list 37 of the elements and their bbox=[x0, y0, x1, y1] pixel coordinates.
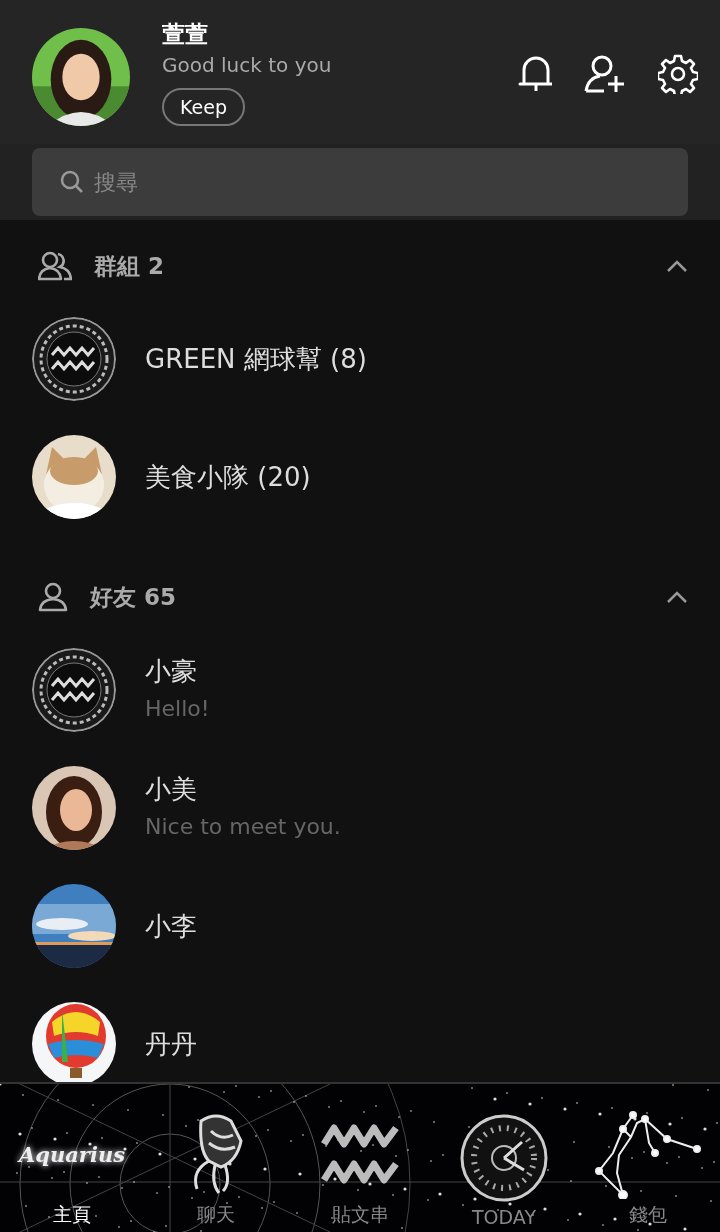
keep-button[interactable]: Keep bbox=[162, 88, 245, 126]
aquarius-symbol-icon bbox=[32, 648, 116, 732]
collapse-chevron-icon[interactable] bbox=[666, 259, 688, 273]
group-icon bbox=[38, 251, 72, 281]
nav-tab[interactable]: 聊天 bbox=[144, 1084, 288, 1232]
person-icon bbox=[38, 582, 68, 612]
section-title: 好友 65 bbox=[90, 582, 176, 612]
friend-row[interactable]: 小李 bbox=[0, 867, 720, 985]
friend-row[interactable]: 小美 Nice to meet you. bbox=[0, 749, 720, 867]
constellation-icon bbox=[593, 1109, 703, 1199]
group-row[interactable]: GREEN 網球幫 (8) bbox=[0, 300, 720, 418]
nav-tab[interactable]: Aquarius 主頁 bbox=[0, 1084, 144, 1232]
settings-icon[interactable] bbox=[658, 54, 698, 94]
clock-icon bbox=[460, 1114, 548, 1202]
collapse-chevron-icon[interactable] bbox=[666, 590, 688, 604]
status-message: Hello! bbox=[145, 695, 210, 723]
contact-name: 美食小隊 (20) bbox=[145, 461, 311, 494]
status-message: Good luck to you bbox=[162, 52, 332, 79]
contact-name: 小李 bbox=[145, 910, 197, 943]
friend-row[interactable]: 小豪 Hello! bbox=[0, 631, 720, 749]
status-message: Nice to meet you. bbox=[145, 813, 341, 841]
nav-tab[interactable]: 貼文串 bbox=[288, 1084, 432, 1232]
contact-name: 丹丹 bbox=[145, 1028, 197, 1061]
group-row[interactable]: 美食小隊 (20) bbox=[0, 418, 720, 536]
nav-tab[interactable]: TODAY bbox=[432, 1084, 576, 1232]
aquarius-logo: Aquarius bbox=[19, 1141, 125, 1167]
section-title: 群組 2 bbox=[94, 251, 164, 281]
contact-name: GREEN 網球幫 (8) bbox=[145, 343, 367, 376]
nav-tab[interactable]: 錢包 bbox=[576, 1084, 720, 1232]
aquarius-symbol-icon bbox=[32, 317, 116, 401]
search-icon bbox=[60, 170, 84, 194]
bell-icon[interactable] bbox=[518, 54, 554, 94]
profile-name: 萱萱 bbox=[162, 20, 208, 49]
contact-name: 小美 bbox=[145, 773, 198, 806]
contact-name: 小豪 bbox=[145, 655, 198, 688]
search-field[interactable]: 搜尋 bbox=[32, 148, 688, 216]
friend-row[interactable]: 丹丹 bbox=[0, 985, 720, 1082]
